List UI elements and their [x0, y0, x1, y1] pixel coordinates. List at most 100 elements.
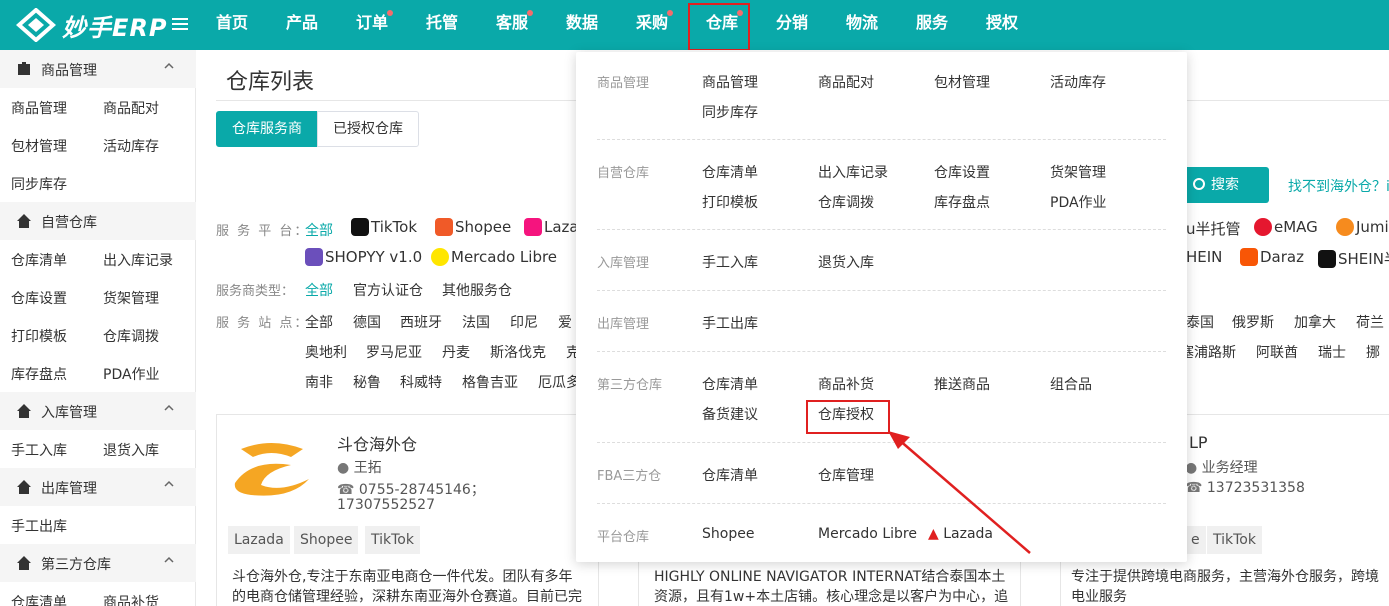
dropdown-item[interactable]: PDA作业 — [1050, 192, 1107, 212]
dropdown-item[interactable]: 商品配对 — [818, 72, 874, 92]
site-option[interactable]: 德国 — [353, 312, 381, 332]
site-option[interactable]: 西班牙 — [400, 312, 442, 332]
dropdown-item[interactable]: 仓库管理 — [818, 465, 874, 485]
platform-emag[interactable]: eMAG — [1254, 218, 1318, 236]
site-option[interactable]: 挪 — [1366, 342, 1380, 362]
dropdown-item[interactable]: 出入库记录 — [818, 162, 888, 182]
nav-purchase[interactable]: 采购 — [635, 0, 673, 50]
nav-customer-service[interactable]: 客服 — [495, 0, 533, 50]
site-option[interactable]: 南非 — [305, 372, 333, 392]
platform-shopyy[interactable]: SHOPYY v1.0 — [305, 248, 422, 266]
site-option[interactable]: 塞浦路斯 — [1180, 342, 1236, 362]
type-all[interactable]: 全部 — [305, 280, 333, 300]
site-option[interactable]: 秘鲁 — [353, 372, 381, 392]
platform-jumia[interactable]: Jumia — [1336, 218, 1389, 236]
dropdown-item[interactable]: 商品管理 — [702, 72, 758, 92]
dropdown-item[interactable]: 打印模板 — [702, 192, 758, 212]
nav-products[interactable]: 产品 — [285, 0, 319, 50]
not-found-warehouse-link[interactable]: 找不到海外仓？i — [1288, 176, 1389, 196]
dropdown-item[interactable]: 仓库清单 — [702, 465, 758, 485]
nav-hosting[interactable]: 托管 — [425, 0, 459, 50]
site-option[interactable]: 阿联酋 — [1256, 342, 1298, 362]
dropdown-item[interactable]: 活动库存 — [1050, 72, 1106, 92]
sidebar-item-io-records[interactable]: 出入库记录 — [103, 250, 173, 270]
site-option[interactable]: 俄罗斯 — [1232, 312, 1274, 332]
sidebar-item-stocktake[interactable]: 库存盘点 — [11, 364, 67, 384]
logo[interactable]: 妙手ERP — [16, 7, 167, 43]
sidebar-item-product-manage[interactable]: 商品管理 — [11, 98, 67, 118]
dropdown-item[interactable]: Shopee — [702, 526, 754, 542]
dropdown-item[interactable]: 库存盘点 — [934, 192, 990, 212]
nav-services[interactable]: 服务 — [915, 0, 949, 50]
site-option[interactable]: 爱 — [558, 312, 572, 332]
sidebar-group-own-warehouse[interactable]: 自营仓库 — [0, 202, 196, 240]
sidebar-group-inbound[interactable]: 入库管理 — [0, 392, 196, 430]
sidebar-item-print-template[interactable]: 打印模板 — [11, 326, 67, 346]
sidebar-item-warehouse-settings[interactable]: 仓库设置 — [11, 288, 67, 308]
sidebar-item-activity-stock[interactable]: 活动库存 — [103, 136, 159, 156]
site-option[interactable]: 厄瓜多 — [538, 372, 580, 392]
sidebar-item-transfer[interactable]: 仓库调拨 — [103, 326, 159, 346]
dropdown-item[interactable]: 同步库存 — [702, 102, 758, 122]
site-option[interactable]: 罗马尼亚 — [366, 342, 422, 362]
site-option[interactable]: 格鲁吉亚 — [462, 372, 518, 392]
sidebar-item-warehouse-list[interactable]: 仓库清单 — [11, 250, 67, 270]
sidebar-item-packaging[interactable]: 包材管理 — [11, 136, 67, 156]
sidebar-item-return-inbound[interactable]: 退货入库 — [103, 440, 159, 460]
platform-semi-hosted[interactable]: u半托管 — [1186, 218, 1241, 239]
nav-home[interactable]: 首页 — [215, 0, 249, 50]
nav-distribution[interactable]: 分销 — [775, 0, 809, 50]
dropdown-item[interactable]: 仓库设置 — [934, 162, 990, 182]
sidebar-item-sync-stock[interactable]: 同步库存 — [11, 174, 67, 194]
sidebar-item-pda[interactable]: PDA作业 — [103, 364, 160, 384]
site-option[interactable]: 泰国 — [1186, 312, 1214, 332]
dropdown-item[interactable]: 仓库调拨 — [818, 192, 874, 212]
platform-shopee[interactable]: Shopee — [435, 218, 511, 236]
dropdown-item[interactable]: 手工出库 — [702, 313, 758, 333]
platform-daraz[interactable]: Daraz — [1240, 248, 1304, 266]
site-option[interactable]: 印尼 — [510, 312, 538, 332]
sidebar-group-third-party[interactable]: 第三方仓库 — [0, 544, 196, 582]
sidebar-item-manual-outbound[interactable]: 手工出库 — [11, 516, 67, 536]
sidebar-item-3p-replenish[interactable]: 商品补货 — [103, 592, 159, 606]
dropdown-item[interactable]: 组合品 — [1050, 374, 1092, 394]
search-button[interactable]: 搜索 — [1179, 167, 1269, 203]
dropdown-item[interactable]: 推送商品 — [934, 374, 990, 394]
dropdown-item[interactable]: 备货建议 — [702, 404, 758, 424]
sidebar-item-shelf-manage[interactable]: 货架管理 — [103, 288, 159, 308]
site-option[interactable]: 丹麦 — [442, 342, 470, 362]
site-option[interactable]: 荷兰 — [1356, 312, 1384, 332]
dropdown-item[interactable]: 货架管理 — [1050, 162, 1106, 182]
sidebar-group-product[interactable]: 商品管理 — [0, 50, 196, 88]
platform-all[interactable]: 全部 — [305, 220, 333, 240]
sidebar-group-outbound[interactable]: 出库管理 — [0, 468, 196, 506]
platform-shein-semi[interactable]: SHEIN半 — [1318, 248, 1389, 269]
nav-logistics[interactable]: 物流 — [845, 0, 879, 50]
type-official[interactable]: 官方认证仓 — [353, 280, 423, 300]
site-option[interactable]: 法国 — [462, 312, 490, 332]
platform-shein[interactable]: HEIN — [1186, 248, 1222, 266]
nav-authorization[interactable]: 授权 — [985, 0, 1019, 50]
type-other[interactable]: 其他服务仓 — [442, 280, 512, 300]
site-option[interactable]: 加拿大 — [1294, 312, 1336, 332]
dropdown-item[interactable]: 商品补货 — [818, 374, 874, 394]
dropdown-item[interactable]: 仓库清单 — [702, 374, 758, 394]
site-option[interactable]: 科威特 — [400, 372, 442, 392]
platform-tiktok[interactable]: TikTok — [351, 218, 417, 236]
tab-authorized-warehouses[interactable]: 已授权仓库 — [317, 111, 419, 147]
platform-mercado-libre[interactable]: Mercado Libre — [431, 248, 557, 266]
sidebar-item-manual-inbound[interactable]: 手工入库 — [11, 440, 67, 460]
site-option[interactable]: 瑞士 — [1318, 342, 1346, 362]
menu-toggle-icon[interactable] — [172, 15, 188, 33]
sidebar-item-product-pairing[interactable]: 商品配对 — [103, 98, 159, 118]
dropdown-item[interactable]: 仓库清单 — [702, 162, 758, 182]
sidebar-item-3p-warehouse-list[interactable]: 仓库清单 — [11, 592, 67, 606]
site-option[interactable]: 斯洛伐克 — [490, 342, 546, 362]
warehouse-card[interactable]: 斗仓海外仓 ● 王拓 ☎ 0755-28745146； 17307552527 … — [216, 414, 599, 606]
dropdown-item[interactable]: 退货入库 — [818, 252, 874, 272]
tab-warehouse-providers[interactable]: 仓库服务商 — [216, 111, 318, 147]
dropdown-item[interactable]: 手工入库 — [702, 252, 758, 272]
nav-orders[interactable]: 订单 — [355, 0, 393, 50]
nav-data[interactable]: 数据 — [565, 0, 599, 50]
site-option[interactable]: 全部 — [305, 312, 333, 332]
